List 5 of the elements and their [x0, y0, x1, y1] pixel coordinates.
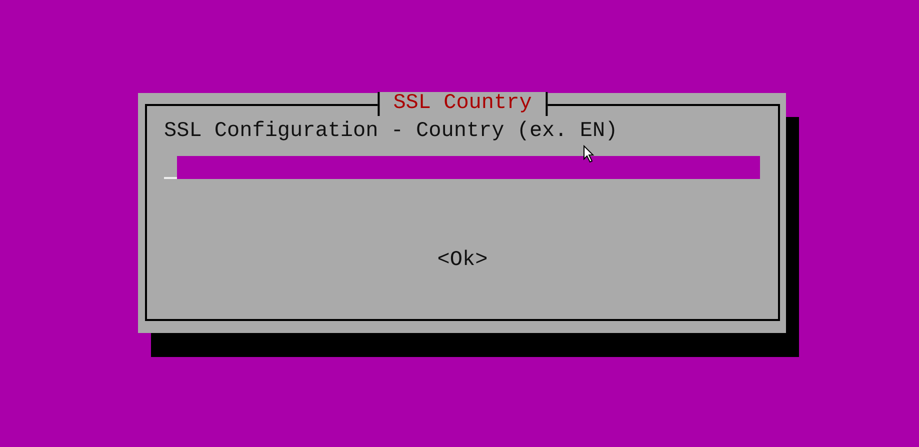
dialog-title: SSL Country [377, 92, 548, 116]
input-field[interactable] [177, 156, 760, 179]
prompt-text: SSL Configuration - Country (ex. EN) [164, 120, 619, 144]
mouse-pointer-icon [583, 145, 595, 163]
ok-button[interactable]: <Ok> [437, 249, 488, 273]
